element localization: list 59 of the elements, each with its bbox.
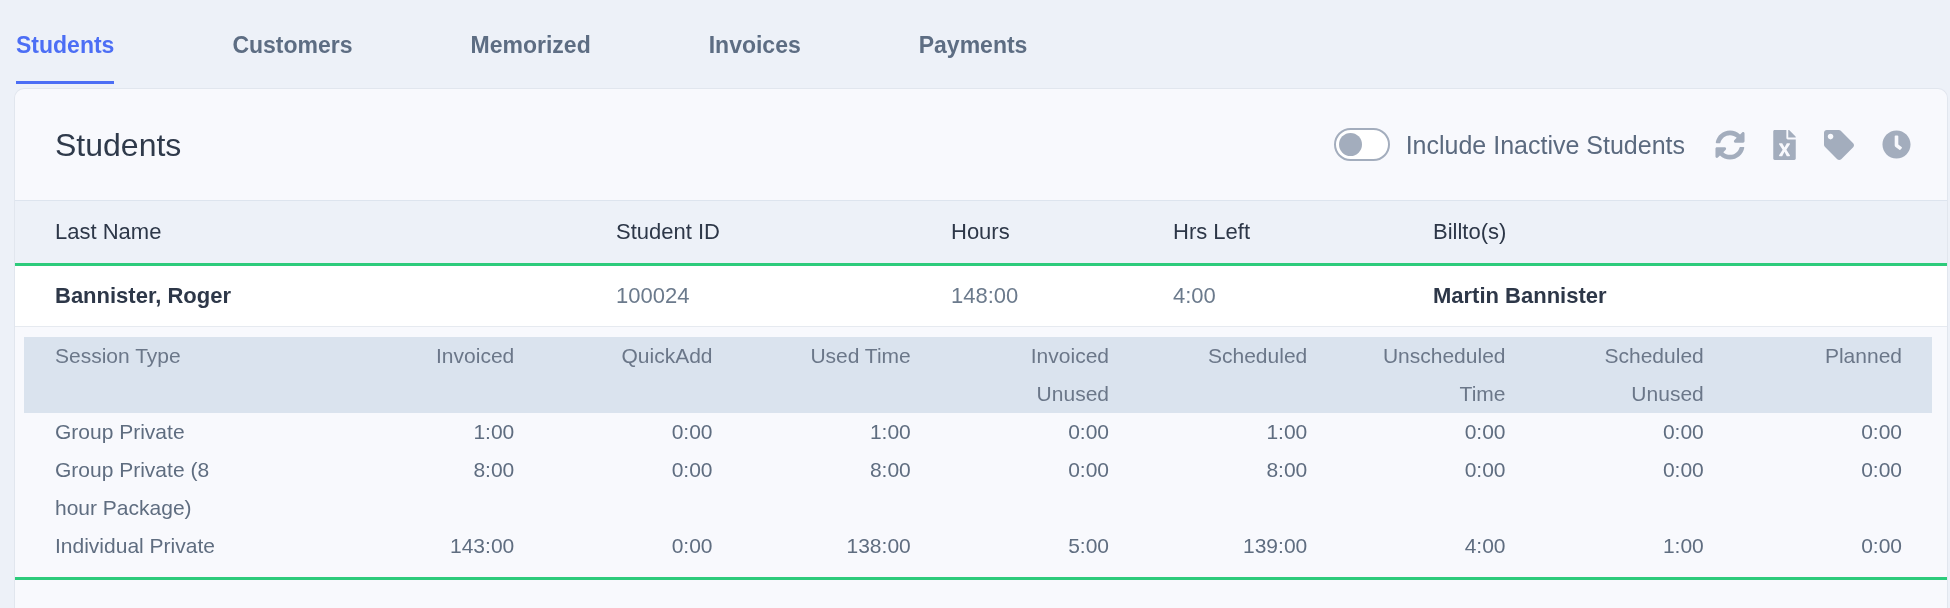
- table-cell: Martin Bannister: [1433, 282, 1607, 310]
- table-cell-text: 1:00: [1662, 533, 1704, 559]
- table-cell-text: 0:00: [1068, 457, 1109, 483]
- tab[interactable]: Invoices: [708, 31, 801, 84]
- table-cell-text: 0:00: [1861, 457, 1902, 483]
- table-cell-text: 0:00: [1662, 419, 1704, 445]
- tab[interactable]: Payments: [918, 31, 1028, 84]
- column-header: Unscheduled Time: [1381, 343, 1506, 407]
- spreadsheet-file-icon[interactable]: [1773, 129, 1796, 160]
- column-header: Invoiced: [436, 343, 515, 369]
- table-cell-text: 143:00: [450, 533, 515, 559]
- table-cell-text: 0:00: [671, 533, 713, 559]
- tag-icon[interactable]: [1824, 129, 1854, 160]
- panel-title: Students: [55, 125, 182, 164]
- table-cell: 100024: [616, 282, 690, 310]
- column-header: Used Time: [810, 343, 911, 369]
- table-cell-text: 4:00: [1464, 533, 1506, 559]
- table-cell: Bannister, Roger: [55, 282, 232, 310]
- toggle-switch[interactable]: [1333, 128, 1390, 161]
- column-header: Scheduled Unused: [1603, 343, 1704, 407]
- column-header: Planned: [1824, 343, 1902, 369]
- table-cell-text: 8:00: [1266, 457, 1308, 483]
- column-header: Billto(s): [1433, 218, 1507, 246]
- table-cell-text: 1:00: [1266, 419, 1308, 445]
- table-cell-text: 5:00: [1068, 533, 1109, 559]
- table-row[interactable]: Bannister, Roger 100024 148:00 4:00 Martin Bannister: [15, 266, 1947, 327]
- table-cell: 148:00: [951, 282, 1019, 310]
- table-cell-text: 139:00: [1243, 533, 1308, 559]
- column-header: Student ID: [616, 218, 720, 246]
- table-cell-text: 0:00: [1662, 457, 1704, 483]
- table-cell-text: Group Private: [55, 419, 185, 445]
- table-cell-text: 138:00: [846, 533, 911, 559]
- tab[interactable]: Customers: [232, 31, 353, 84]
- column-header: QuickAdd: [621, 343, 713, 369]
- column-header: Scheduled: [1208, 343, 1308, 369]
- column-header: Session Type: [55, 343, 181, 369]
- table-cell-text: 1:00: [869, 419, 911, 445]
- refresh-icon[interactable]: [1715, 129, 1745, 160]
- clock-icon[interactable]: [1882, 130, 1911, 159]
- column-header: Last Name: [55, 218, 162, 246]
- table-cell-text: 8:00: [473, 457, 515, 483]
- toggle-label: Include Inactive Students: [1405, 129, 1685, 160]
- table-cell-text: 0:00: [1861, 419, 1902, 445]
- table-cell-text: Group Private (8 hour Package): [55, 457, 211, 521]
- table-cell-text: 0:00: [1464, 419, 1506, 445]
- table-cell-text: 8:00: [869, 457, 911, 483]
- table-cell-text: 1:00: [473, 419, 515, 445]
- table-cell-text: 0:00: [1068, 419, 1109, 445]
- column-header: Hours: [951, 218, 1010, 246]
- table-cell-text: 0:00: [671, 457, 713, 483]
- table-cell-text: Individual Private: [55, 533, 215, 559]
- table-cell-text: 0:00: [671, 419, 713, 445]
- tab[interactable]: Memorized: [470, 31, 591, 84]
- table-cell-text: 0:00: [1861, 533, 1902, 559]
- table-cell-text: 0:00: [1464, 457, 1506, 483]
- tab[interactable]: Students: [16, 31, 115, 84]
- column-header: Hrs Left: [1173, 218, 1251, 246]
- column-header: Invoiced Unused: [1029, 343, 1109, 407]
- table-cell: 4:00: [1173, 282, 1216, 310]
